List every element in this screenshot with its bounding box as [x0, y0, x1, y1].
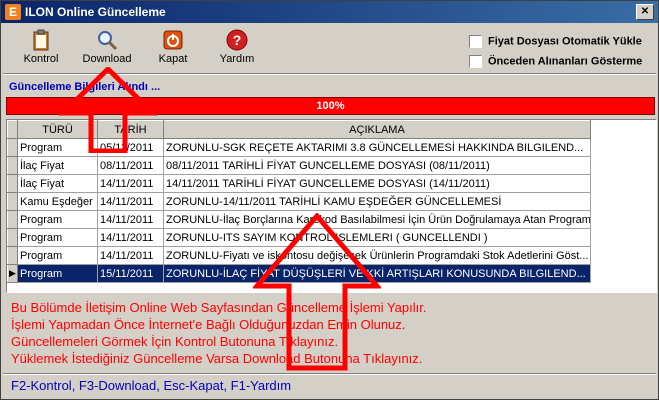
cell-type[interactable]: İlaç Fiyat: [17, 174, 98, 193]
column-header-description[interactable]: AÇIKLAMA: [163, 120, 591, 139]
cell-description[interactable]: 14/11/2011 TARİHLİ FİYAT GUNCELLEME DOSY…: [163, 174, 591, 193]
cell-type[interactable]: İlaç Fiyat: [17, 156, 98, 175]
row-indicator[interactable]: [7, 156, 18, 175]
window-title: ILON Online Güncelleme: [25, 5, 166, 19]
main-window: E ILON Online Güncelleme ✕ Kontrol Downl…: [0, 0, 659, 400]
title-bar: E ILON Online Güncelleme ✕: [1, 1, 658, 23]
cell-date[interactable]: 14/11/2011: [97, 246, 164, 265]
cell-date[interactable]: 14/11/2011: [97, 228, 164, 247]
clipboard-icon: [33, 29, 49, 51]
auto-load-label: Fiyat Dosyası Otomatik Yükle: [488, 35, 642, 48]
row-indicator[interactable]: [7, 174, 18, 193]
kapat-button[interactable]: Kapat: [145, 27, 201, 71]
app-icon: E: [5, 4, 21, 20]
download-label: Download: [82, 53, 132, 65]
checkbox-box[interactable]: [469, 35, 482, 48]
cell-type[interactable]: Kamu Eşdeğer: [17, 192, 98, 211]
yardim-label: Yardım: [219, 53, 255, 65]
cell-type[interactable]: Program: [17, 246, 98, 265]
checkbox-box[interactable]: [469, 55, 482, 68]
cell-type[interactable]: Program: [17, 210, 98, 229]
cell-date[interactable]: 14/11/2011: [97, 192, 164, 211]
auto-load-checkbox[interactable]: Fiyat Dosyası Otomatik Yükle: [469, 35, 642, 48]
cell-description[interactable]: 08/11/2011 TARİHLİ FİYAT GUNCELLEME DOSY…: [163, 156, 591, 175]
help-icon: ?: [226, 29, 248, 51]
row-indicator[interactable]: [7, 246, 18, 265]
table-row[interactable]: İlaç Fiyat 08/11/2011 08/11/2011 TARİHLİ F…: [7, 156, 591, 175]
download-button[interactable]: Download: [79, 27, 135, 71]
close-button[interactable]: ✕: [636, 4, 654, 20]
cell-type[interactable]: Program: [17, 228, 98, 247]
kontrol-button[interactable]: Kontrol: [13, 27, 69, 71]
cell-date[interactable]: 08/11/2011: [97, 156, 164, 175]
row-indicator[interactable]: [7, 138, 18, 157]
svg-text:?: ?: [233, 32, 242, 48]
hide-previous-label: Önceden Alınanları Gösterme: [488, 55, 643, 68]
kapat-label: Kapat: [158, 53, 188, 65]
magnifier-icon: [98, 31, 118, 51]
row-indicator[interactable]: ▶: [7, 264, 18, 283]
cell-description[interactable]: ZORUNLU-14/11/2011 TARİHLİ KAMU EŞDEĞER …: [163, 192, 591, 211]
row-indicator[interactable]: [7, 210, 18, 229]
cell-date[interactable]: 14/11/2011: [97, 174, 164, 193]
power-icon: [163, 30, 183, 50]
shortcut-bar: F2-Kontrol, F3-Download, Esc-Kapat, F1-Y…: [3, 373, 656, 398]
hide-previous-checkbox[interactable]: Önceden Alınanları Gösterme: [469, 55, 642, 68]
table-row[interactable]: Kamu Eşdeğer 14/11/2011 ZORUNLU-14/11/2011…: [7, 192, 591, 211]
kontrol-label: Kontrol: [23, 53, 59, 65]
header-indicator: [7, 120, 18, 139]
up-arrow-annotation: [253, 213, 381, 371]
cell-description[interactable]: ZORUNLU-SGK REÇETE AKTARIMI 3.8 GÜNCELLE…: [163, 138, 591, 157]
table-row[interactable]: İlaç Fiyat 14/11/2011 14/11/2011 TARİHLİ F…: [7, 174, 591, 193]
yardim-button[interactable]: ? Yardım: [209, 27, 265, 71]
row-indicator[interactable]: [7, 228, 18, 247]
cell-date[interactable]: 15/11/2011: [97, 264, 164, 283]
up-arrow-annotation: [59, 67, 157, 153]
row-indicator[interactable]: [7, 192, 18, 211]
cell-date[interactable]: 14/11/2011: [97, 210, 164, 229]
cell-type[interactable]: Program: [17, 264, 98, 283]
shortcut-text: F2-Kontrol, F3-Download, Esc-Kapat, F1-Y…: [11, 378, 292, 393]
